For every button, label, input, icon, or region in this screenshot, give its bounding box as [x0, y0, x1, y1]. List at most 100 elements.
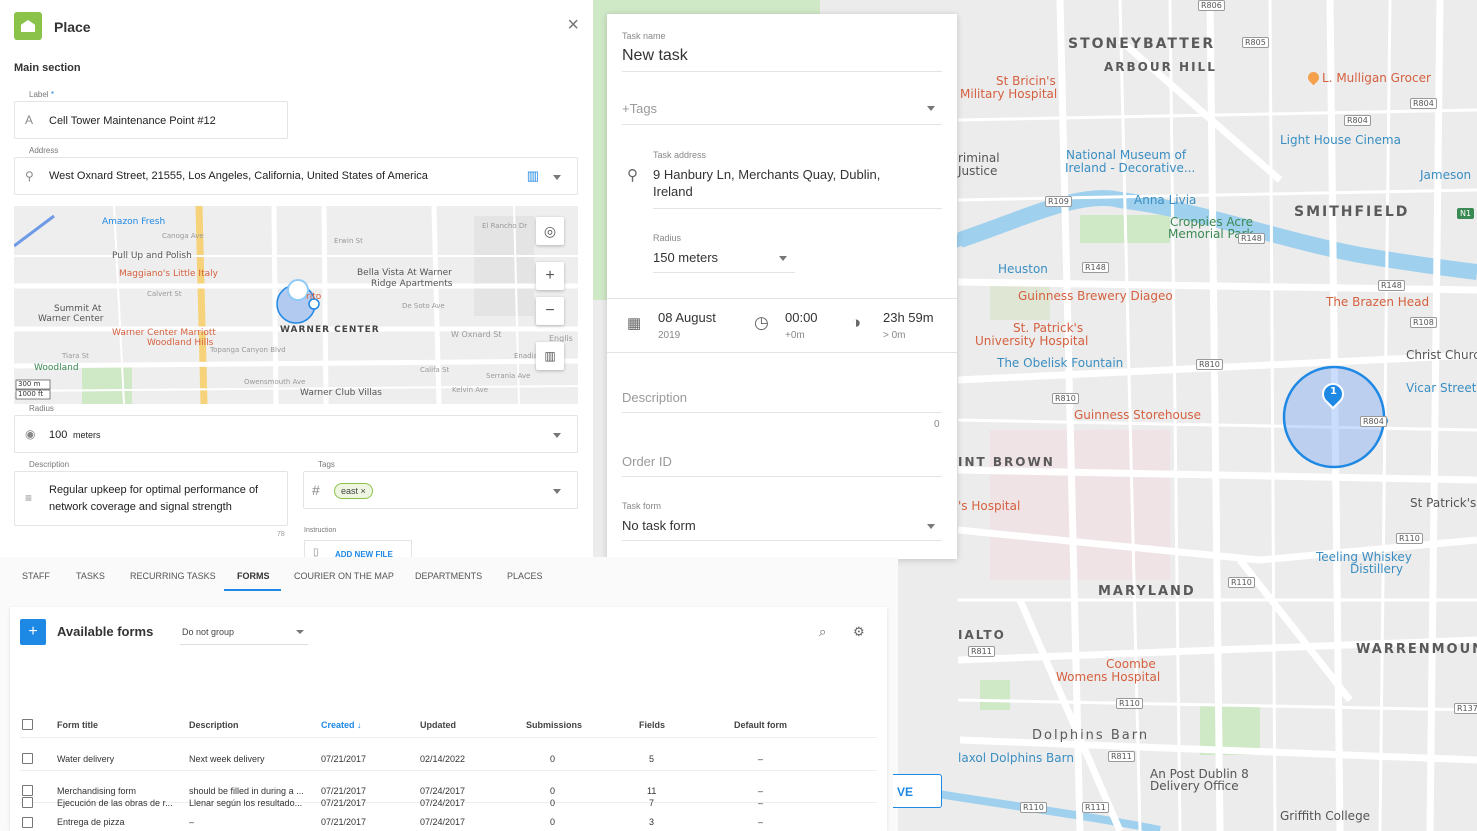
minimap-warner-center: WARNER CENTER [280, 325, 380, 335]
road-badge: R109 [1045, 196, 1072, 207]
row-description: – [189, 817, 195, 827]
active-tab-indicator [224, 589, 281, 591]
label-field[interactable]: Label * A Cell Tower Maintenance Point #… [14, 90, 288, 139]
road-badge: R108 [1410, 317, 1437, 328]
tab-courier-on-map[interactable]: COURIER ON THE MAP [294, 571, 394, 581]
minimap-tiara: Tiara St [62, 352, 89, 360]
radius-select[interactable]: 150 meters [653, 250, 718, 265]
row-fields: 7 [649, 798, 655, 808]
poi-anna-livia[interactable]: Anna Livia [1134, 193, 1196, 207]
zoom-out-button[interactable]: − [536, 297, 564, 325]
time-offset: +0m [785, 330, 805, 341]
poi-national-museum[interactable]: National Museum of [1066, 148, 1186, 162]
chevron-down-icon[interactable] [553, 489, 561, 494]
poi-military-hospital[interactable]: Military Hospital [960, 87, 1057, 101]
column-description[interactable]: Description [189, 720, 239, 730]
search-icon[interactable]: ⌕ [819, 624, 826, 640]
poi-l-mulligan[interactable]: L. Mulligan Grocer [1305, 69, 1431, 86]
map-icon[interactable]: ▥ [527, 168, 539, 184]
poi-st-patricks-uni[interactable]: St. Patrick's [1013, 321, 1083, 335]
poi-justice: Justice [958, 164, 998, 178]
duration-value[interactable]: 23h 59m [883, 310, 934, 325]
poi-obelisk[interactable]: The Obelisk Fountain [997, 356, 1123, 370]
minimap-serrania: Serrania Ave [486, 372, 531, 380]
label-warrenmount: WARRENMOUNT [1356, 642, 1477, 657]
save-button[interactable]: VE [893, 774, 942, 808]
row-default: – [758, 786, 764, 796]
poi-vicar-street[interactable]: Vicar Street [1406, 381, 1476, 395]
task-address-line1[interactable]: 9 Hanbury Ln, Merchants Quay, Dublin, [653, 167, 880, 182]
row-checkbox[interactable] [22, 817, 33, 828]
select-all-checkbox[interactable] [22, 719, 33, 730]
order-id-input[interactable]: Order ID [622, 454, 672, 469]
tab-places[interactable]: PLACES [507, 571, 543, 581]
poi-coombe[interactable]: Coombe [1106, 657, 1156, 671]
column-created[interactable]: Created ↓ [321, 720, 362, 730]
location-icon: ⚲ [25, 169, 34, 183]
tab-recurring-tasks[interactable]: RECURRING TASKS [130, 571, 216, 581]
my-location-button[interactable]: ◎ [536, 217, 564, 245]
minimap-el-rancho: El Rancho Dr [482, 222, 528, 230]
chevron-down-icon[interactable] [553, 175, 561, 180]
poi-christ-church[interactable]: Christ Church [1406, 348, 1477, 362]
column-submissions[interactable]: Submissions [526, 720, 582, 730]
chevron-down-icon[interactable] [779, 256, 787, 261]
chevron-down-icon[interactable] [553, 433, 561, 438]
divider [607, 352, 957, 353]
task-name-label: Task name [622, 31, 666, 41]
description-field[interactable]: Description ≡ Regular upkeep for optimal… [14, 460, 288, 526]
poi-light-house[interactable]: Light House Cinema [1280, 133, 1401, 147]
column-fields[interactable]: Fields [639, 720, 665, 730]
poi-laxol[interactable]: laxol Dolphins Barn [958, 751, 1074, 765]
task-name-input[interactable]: New task [622, 47, 688, 65]
tab-tasks[interactable]: TASKS [76, 571, 105, 581]
row-checkbox[interactable] [22, 797, 33, 808]
zoom-in-button[interactable]: + [536, 262, 564, 290]
address-field[interactable]: Address ⚲ West Oxnard Street, 21555, Los… [14, 146, 578, 195]
radius-field-label: Radius [29, 404, 54, 413]
row-submissions: 0 [550, 817, 556, 827]
remove-tag-icon[interactable]: × [361, 486, 366, 496]
poi-jameson[interactable]: Jameson [1420, 168, 1471, 182]
row-checkbox[interactable] [22, 753, 33, 764]
tab-staff[interactable]: STAFF [22, 571, 50, 581]
row-updated: 07/24/2017 [420, 786, 466, 796]
poi-brazen-head[interactable]: The Brazen Head [1326, 295, 1429, 309]
poi-st-bricins[interactable]: St Bricin's [996, 74, 1056, 88]
time-value[interactable]: 00:00 [785, 310, 818, 325]
radius-unit: meters [73, 430, 101, 440]
chevron-down-icon[interactable] [927, 106, 935, 111]
poi-st-patricks[interactable]: St Patrick's [1410, 496, 1476, 510]
radius-field[interactable]: Radius ◉ 100 meters [14, 404, 578, 453]
place-minimap[interactable]: Amazon Fresh Pull Up and Polish Maggiano… [14, 206, 578, 404]
map-layers-button[interactable]: ▥ [536, 342, 564, 370]
row-submissions: 0 [550, 754, 556, 764]
road-badge: R110 [1020, 802, 1047, 813]
tab-forms[interactable]: FORMS [237, 571, 270, 581]
group-select[interactable]: Do not group [180, 619, 308, 645]
column-form-title[interactable]: Form title [57, 720, 98, 730]
tab-departments[interactable]: DEPARTMENTS [415, 571, 482, 581]
poi-griffith[interactable]: Griffith College [1280, 809, 1370, 823]
tags-input[interactable]: +Tags [622, 101, 657, 116]
description-char-count: 78 [277, 531, 285, 538]
column-default-form[interactable]: Default form [734, 720, 787, 730]
description-input[interactable]: Description [622, 390, 687, 405]
place-title: Place [54, 19, 91, 35]
tag-chip-east[interactable]: east × [334, 483, 373, 499]
row-checkbox[interactable] [22, 785, 33, 796]
poi-st-patricks-uni-sub: University Hospital [975, 334, 1089, 348]
poi-guinness-storehouse[interactable]: Guinness Storehouse [1074, 408, 1201, 422]
poi-heuston[interactable]: Heuston [998, 262, 1048, 276]
task-form-select[interactable]: No task form [622, 518, 696, 533]
poi-s-hospital[interactable]: 's Hospital [958, 499, 1020, 513]
column-updated[interactable]: Updated [420, 720, 456, 730]
add-form-button[interactable]: + [20, 619, 46, 645]
poi-guinness-brewery[interactable]: Guinness Brewery Diageo [1018, 289, 1173, 303]
date-day[interactable]: 08 August [658, 310, 716, 325]
divider [653, 208, 942, 209]
settings-icon[interactable]: ⚙ [853, 624, 865, 640]
close-icon[interactable]: × [567, 14, 579, 37]
description-count: 0 [934, 419, 940, 430]
chevron-down-icon[interactable] [927, 524, 935, 529]
